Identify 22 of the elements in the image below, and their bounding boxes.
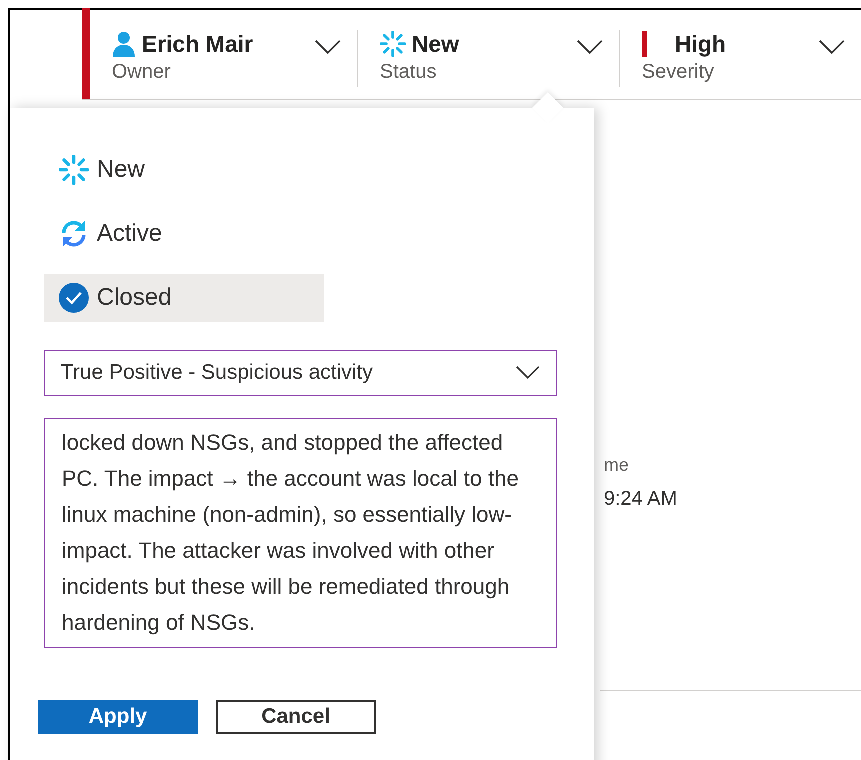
severity-bar-icon [642,30,647,56]
spinner-icon [380,30,406,56]
chevron-down-icon [516,366,540,380]
classification-dropdown[interactable]: True Positive - Suspicious activity [44,350,557,396]
apply-button[interactable]: Apply [38,700,198,734]
chevron-down-icon [819,40,845,54]
field-value: Erich Mair [142,30,254,58]
person-icon [112,30,136,56]
field-label: me [604,454,630,477]
status-option[interactable]: Closed [44,274,324,322]
field-label: Severity [642,60,716,84]
field-value: High [675,30,726,58]
chevron-down-icon [577,40,603,54]
field-label: Status [380,60,438,84]
cancel-button[interactable]: Cancel [216,700,376,734]
spinner-icon [59,155,89,185]
field-label: Owner [112,60,172,84]
comment-field[interactable]: locked down NSGs, and stopped the affected PC. The impact → the account was local to the linux machine (non-admin), so essentially low-impact. The attacker was involved with other incidents but these will be remediated through hardening of NSGs. [44,418,557,648]
field-value: New [412,30,460,58]
chevron-down-icon [315,40,341,54]
check-circle-icon [59,283,89,313]
field-value: 9:24 AM [604,487,678,512]
